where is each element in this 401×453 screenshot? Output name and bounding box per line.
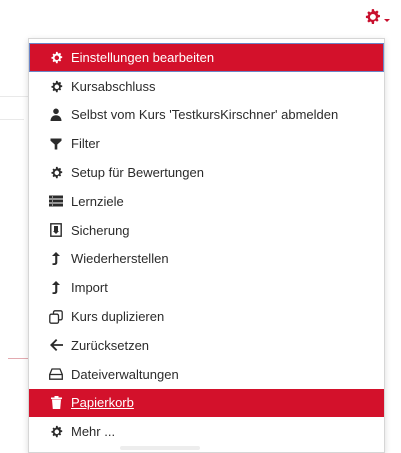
menu-item-filter[interactable]: Filter [29, 129, 384, 158]
upload-arrow-icon [48, 280, 64, 296]
background-divider [0, 96, 30, 97]
gear-icon [48, 165, 64, 181]
gear-icon [364, 8, 381, 30]
menu-item-label: Kursabschluss [71, 78, 156, 94]
menu-item-copy-course[interactable]: Kurs duplizieren [29, 302, 384, 331]
settings-menu-toggle[interactable] [364, 8, 398, 30]
trash-icon [48, 395, 64, 411]
menu-item-label: Kurs duplizieren [71, 309, 165, 325]
gear-icon [48, 78, 64, 94]
menu-item-label: Wiederherstellen [71, 251, 169, 267]
chevron-down-icon [384, 18, 390, 22]
menu-item-unenrol-self[interactable]: Selbst vom Kurs 'TestkursKirschner' abme… [29, 101, 384, 130]
background-divider [0, 119, 24, 120]
menu-item-reset[interactable]: Zurücksetzen [29, 331, 384, 360]
file-icon [48, 222, 64, 238]
menu-item-more[interactable]: Mehr ... [29, 417, 384, 446]
menu-item-label: Einstellungen bearbeiten [71, 49, 215, 65]
menu-item-label: Lernziele [71, 193, 124, 209]
gear-icon [48, 49, 64, 65]
menu-item-label: Filter [71, 136, 100, 152]
menu-item-label: Mehr ... [71, 424, 116, 440]
menu-item-course-completion[interactable]: Kursabschluss [29, 72, 384, 101]
menu-item-label: Import [71, 280, 108, 296]
menu-item-label: Dateiverwaltungen [71, 366, 179, 382]
menu-item-import[interactable]: Import [29, 273, 384, 302]
filter-icon [48, 136, 64, 152]
menu-item-outcomes[interactable]: Lernziele [29, 187, 384, 216]
menu-item-label: Zurücksetzen [71, 337, 150, 353]
background-accent-line [8, 358, 30, 359]
menu-item-edit-settings[interactable]: Einstellungen bearbeiten [29, 43, 384, 72]
menu-item-restore[interactable]: Wiederherstellen [29, 245, 384, 274]
menu-item-grade-setup[interactable]: Setup für Bewertungen [29, 158, 384, 187]
menu-item-label: Papierkorb [71, 395, 134, 411]
arrow-left-icon [48, 337, 64, 353]
drive-icon [48, 366, 64, 382]
menu-item-recycle-bin[interactable]: Papierkorb [29, 388, 384, 418]
menu-item-label: Sicherung [71, 222, 130, 238]
course-admin-dropdown-menu: Einstellungen bearbeiten Kursabschluss S… [28, 38, 385, 453]
gear-icon [48, 424, 64, 440]
menu-item-label: Selbst vom Kurs 'TestkursKirschner' abme… [71, 107, 339, 123]
menu-item-label: Setup für Bewertungen [71, 165, 204, 181]
user-icon [48, 107, 64, 123]
list-icon [48, 193, 64, 209]
background-text-fragment [120, 446, 200, 450]
menu-item-backup[interactable]: Sicherung [29, 216, 384, 245]
menu-item-file-management[interactable]: Dateiverwaltungen [29, 360, 384, 389]
upload-arrow-icon [48, 251, 64, 267]
copy-icon [48, 309, 64, 325]
page: Einstellungen bearbeiten Kursabschluss S… [0, 0, 401, 453]
